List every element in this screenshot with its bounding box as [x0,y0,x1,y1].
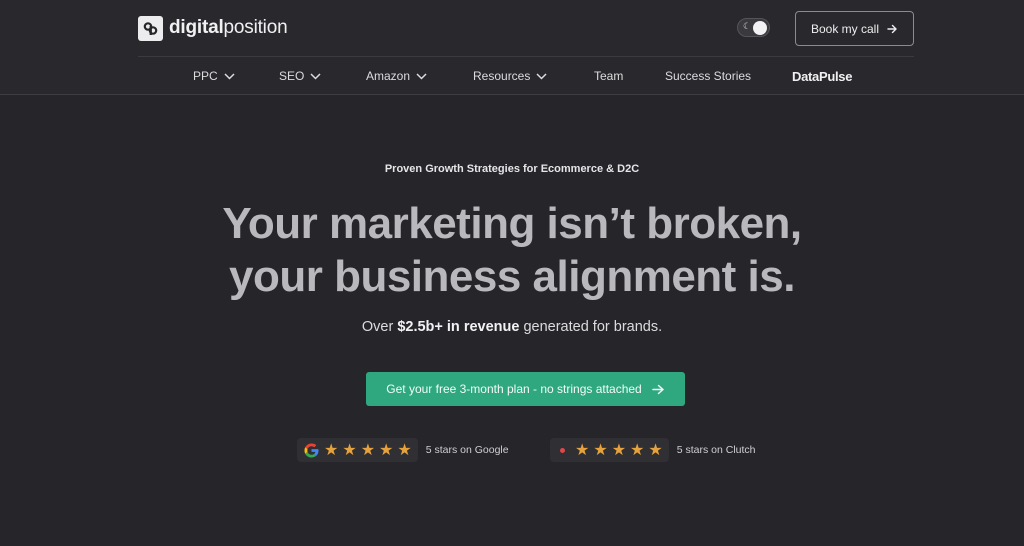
chevron-down-icon [224,72,235,80]
chevron-down-icon [536,72,547,80]
star-icon: ★ [397,440,412,459]
moon-icon: ☾ [743,22,752,32]
subline-prefix: Over [361,319,398,335]
nav-item-seo[interactable]: SEO [279,66,321,86]
star-icon: ★ [575,440,590,459]
nav-label: SEO [279,69,305,83]
arrow-right-icon [887,24,897,33]
nav-label: DataPulse [792,68,853,84]
nav-label: PPC [193,69,218,83]
clutch-rating-text: 5 stars on Clutch [676,444,756,456]
chevron-down-icon [416,72,427,80]
theme-toggle[interactable]: ☾ [737,18,770,37]
clutch-icon [560,447,565,453]
nav-label: Success Stories [665,69,752,83]
star-icon: ★ [342,440,357,459]
book-call-button[interactable]: Book my call [795,11,914,46]
star-icon: ★ [648,440,663,459]
star-icon: ★ [324,440,339,459]
subline-suffix: generated for brands. [519,319,663,335]
arrow-right-icon [651,384,664,394]
star-icon: ★ [611,440,627,459]
rating-pill: ★ ★ ★ ★ ★ [297,438,418,462]
toggle-knob [753,21,767,35]
star-icon: ★ [630,440,645,459]
logo[interactable]: digitalposition [138,15,288,41]
star-icon: ★ [360,440,376,459]
hero-headline: Your marketing isn’t broken, your busine… [0,197,1024,303]
clutch-rating: ★ ★ ★ ★ ★ 5 stars on Clutch [550,438,756,462]
nav-label: Team [594,69,624,83]
nav-item-amazon[interactable]: Amazon [366,66,427,86]
nav-divider [138,56,914,57]
google-icon [304,443,319,457]
chevron-down-icon [310,72,321,80]
subline-highlight: $2.5b+ in revenue [397,319,520,335]
logo-text: digitalposition [169,17,288,38]
rating-pill: ★ ★ ★ ★ ★ [550,438,669,462]
nav-item-datapulse[interactable]: DataPulse [792,66,852,86]
nav-label: Amazon [366,69,411,83]
nav-item-success-stories[interactable]: Success Stories [665,66,751,86]
google-rating: ★ ★ ★ ★ ★ 5 stars on Google [297,438,509,462]
main-nav: PPC SEO Amazon Resources Team Success St… [0,66,1024,86]
star-icon: ★ [593,440,608,459]
nav-item-resources[interactable]: Resources [473,66,547,86]
dp-logo-icon [138,15,163,41]
hero-subline: Over $2.5b+ in revenue generated for bra… [0,319,1024,335]
headline-line-2: your business alignment is. [229,252,795,301]
google-rating-text: 5 stars on Google [425,444,509,456]
free-plan-cta-button[interactable]: Get your free 3-month plan - no strings … [366,372,685,406]
nav-label: Resources [473,69,531,83]
hero-eyebrow: Proven Growth Strategies for Ecommerce &… [384,163,640,175]
book-call-label: Book my call [810,21,880,36]
site-header: digitalposition ☾ Book my call PPC SEO A… [0,0,1024,95]
cta-label: Get your free 3-month plan - no strings … [386,382,642,396]
nav-item-team[interactable]: Team [594,66,623,86]
headline-line-1: Your marketing isn’t broken, [222,199,802,248]
star-icon: ★ [379,440,394,459]
nav-item-ppc[interactable]: PPC [193,66,235,86]
